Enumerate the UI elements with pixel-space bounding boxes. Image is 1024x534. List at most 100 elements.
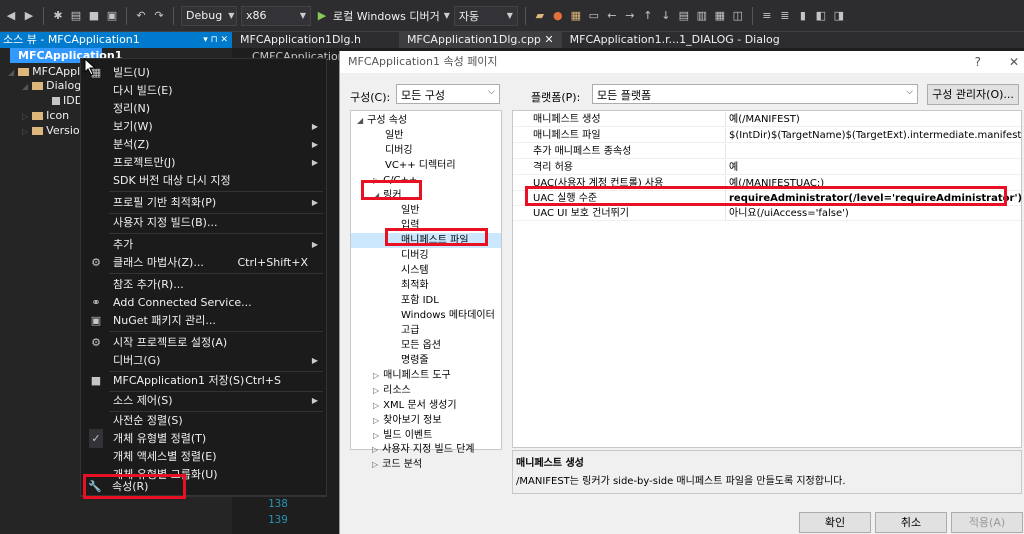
bookmark-next-icon[interactable]: ◨: [832, 9, 846, 23]
tree-resources[interactable]: ▷ 리소스: [373, 383, 411, 398]
expand-icon[interactable]: ▷: [373, 371, 379, 380]
format-icon[interactable]: ≡: [760, 9, 774, 23]
grid-icon[interactable]: ▦: [713, 9, 727, 23]
tree-build-events[interactable]: ▷ 빌드 이벤트: [373, 428, 432, 443]
tree-code-analysis[interactable]: ▷ 코드 분석: [372, 457, 422, 472]
tree-browse-info[interactable]: ▷ 찾아보기 정보: [373, 413, 442, 428]
back-icon[interactable]: ◀: [4, 9, 18, 23]
tab-dlg-cpp[interactable]: MFCApplication1Dlg.cpp ✕: [398, 32, 562, 48]
forward-icon[interactable]: ▶: [22, 9, 36, 23]
close-button[interactable]: ✕: [1009, 55, 1019, 69]
save-all-icon[interactable]: ▣: [105, 9, 119, 23]
expand-icon[interactable]: ▷: [373, 431, 379, 440]
tree-linker-advanced[interactable]: 고급: [401, 323, 419, 338]
menu-item-pgo[interactable]: 프로필 기반 최적화(P) ▶: [81, 193, 326, 212]
menu-item-connected-service[interactable]: ⚭ Add Connected Service...: [81, 293, 326, 312]
ok-button[interactable]: 확인: [799, 512, 871, 533]
menu-item-sort-type[interactable]: ✓ 개체 유형별 정렬(T): [81, 429, 326, 448]
tree-linker-optimization[interactable]: 최적화: [401, 278, 429, 293]
new-project-icon[interactable]: ✱: [51, 9, 65, 23]
platform-dropdown[interactable]: x86 ▼: [241, 5, 311, 26]
platform-dropdown[interactable]: 모든 플랫폼 ⌵: [592, 84, 918, 104]
open-folder-icon[interactable]: ▤: [69, 9, 83, 23]
collapse-icon[interactable]: ◢: [22, 82, 28, 91]
tree-general[interactable]: 일반: [385, 128, 403, 143]
tab-dialog-resource[interactable]: MFCApplication1.r...1_DIALOG - Dialog: [562, 32, 788, 48]
expand-icon[interactable]: ▷: [22, 127, 28, 136]
collapse-icon[interactable]: ◢: [357, 116, 363, 125]
run-mode-dropdown[interactable]: 자동 ▼: [453, 5, 518, 26]
size-icon[interactable]: ▥: [695, 9, 709, 23]
expand-icon[interactable]: ▷: [372, 445, 378, 454]
pin-icon[interactable]: ▾ ⊓ ✕: [203, 32, 228, 48]
arrow-left-icon[interactable]: ←: [605, 9, 619, 23]
menu-item-clean[interactable]: 정리(N): [81, 99, 326, 118]
property-row[interactable]: 매니페스트 파일 $(IntDir)$(TargetName)$(TargetEx…: [513, 128, 1021, 143]
menu-item-add-reference[interactable]: 참조 추가(R)...: [81, 275, 326, 294]
test-icon[interactable]: ◫: [731, 9, 745, 23]
menu-item-class-wizard[interactable]: ⚙ 클래스 마법사(Z)... Ctrl+Shift+X: [81, 253, 326, 272]
menu-item-rebuild[interactable]: 다시 빌드(E): [81, 81, 326, 100]
tree-xml-doc-generator[interactable]: ▷ XML 문서 생성기: [373, 398, 457, 413]
property-value[interactable]: 예: [729, 160, 738, 175]
tree-linker-system[interactable]: 시스템: [401, 263, 429, 278]
tree-item-version[interactable]: ▷ Version: [22, 123, 87, 138]
palette-icon[interactable]: ●: [551, 9, 565, 23]
tree-linker-all-options[interactable]: 모든 옵션: [401, 338, 441, 353]
tree-manifest-tool[interactable]: ▷ 매니페스트 도구: [373, 368, 451, 383]
menu-item-add[interactable]: 추가 ▶: [81, 235, 326, 254]
menu-item-set-startup[interactable]: ⚙ 시작 프로젝트로 설정(A): [81, 333, 326, 352]
property-value[interactable]: 예(/MANIFEST): [729, 112, 800, 127]
menu-item-view[interactable]: 보기(W) ▶: [81, 117, 326, 136]
run-target-label[interactable]: 로컬 Windows 디버거: [333, 8, 440, 24]
tree-item-idd[interactable]: IDD: [52, 93, 83, 108]
align-icon[interactable]: ▤: [677, 9, 691, 23]
menu-item-debug[interactable]: 디버그(G) ▶: [81, 351, 326, 370]
arrow-right-icon[interactable]: →: [623, 9, 637, 23]
expand-icon[interactable]: ▷: [373, 401, 379, 410]
redo-icon[interactable]: ↷: [152, 9, 166, 23]
property-value[interactable]: 아니요(/uiAccess='false'): [729, 206, 849, 221]
menu-item-custom-build[interactable]: 사용자 지정 빌드(B)...: [81, 213, 326, 232]
menu-item-project-only[interactable]: 프로젝트만(J) ▶: [81, 153, 326, 172]
configuration-dropdown[interactable]: Debug ▼: [181, 5, 237, 26]
property-row[interactable]: 매니페스트 생성 예(/MANIFEST): [513, 112, 1021, 127]
collapse-icon[interactable]: ◢: [8, 68, 14, 77]
save-icon[interactable]: ■: [87, 9, 101, 23]
arrow-up-icon[interactable]: ↑: [641, 9, 655, 23]
close-icon[interactable]: ✕: [544, 33, 553, 46]
tree-linker-general[interactable]: 일반: [401, 203, 419, 218]
folder-icon[interactable]: ▰: [533, 9, 547, 23]
help-button[interactable]: ?: [975, 55, 981, 69]
config-manager-button[interactable]: 구성 관리자(O)...: [927, 84, 1019, 105]
tree-linker-windows-metadata[interactable]: Windows 메타데이터: [401, 308, 495, 323]
cancel-button[interactable]: 취소: [875, 512, 947, 533]
tree-config-properties[interactable]: ◢ 구성 속성: [357, 113, 407, 128]
bookmark-icon[interactable]: ▮: [796, 9, 810, 23]
menu-item-save[interactable]: ■ MFCApplication1 저장(S) Ctrl+S: [81, 371, 326, 390]
config-dropdown[interactable]: 모든 구성 ⌵: [396, 84, 500, 104]
tab-dlg-h[interactable]: MFCApplication1Dlg.h: [232, 32, 369, 48]
property-row[interactable]: UAC UI 보호 건너뛰기 아니요(/uiAccess='false'): [513, 206, 1021, 221]
format-icon[interactable]: ≣: [778, 9, 792, 23]
start-debug-icon[interactable]: ▶: [315, 9, 329, 23]
tree-vc-directories[interactable]: VC++ 디렉터리: [385, 158, 456, 173]
property-value[interactable]: $(IntDir)$(TargetName)$(TargetExt).inter…: [729, 128, 1021, 143]
tree-custom-build-step[interactable]: ▷ 사용자 지정 빌드 단계: [372, 442, 475, 457]
expand-icon[interactable]: ▷: [372, 460, 378, 469]
tree-linker-debugging[interactable]: 디버깅: [401, 248, 429, 263]
tree-item-dialog[interactable]: ◢ Dialog: [22, 78, 81, 93]
bookmark-prev-icon[interactable]: ◧: [814, 9, 828, 23]
expand-icon[interactable]: ▷: [22, 112, 28, 121]
undo-icon[interactable]: ↶: [134, 9, 148, 23]
menu-item-analyze[interactable]: 분석(Z) ▶: [81, 135, 326, 154]
property-row[interactable]: 추가 매니페스트 종속성: [513, 144, 1021, 159]
layout-icon[interactable]: ▦: [569, 9, 583, 23]
tree-linker-command-line[interactable]: 명령줄: [401, 353, 429, 368]
expand-icon[interactable]: ▷: [373, 416, 379, 425]
arrow-down-icon[interactable]: ↓: [659, 9, 673, 23]
menu-item-sort-access[interactable]: 개체 액세스별 정렬(E): [81, 447, 326, 466]
menu-item-source-control[interactable]: 소스 제어(S) ▶: [81, 391, 326, 410]
align-icon[interactable]: ▭: [587, 9, 601, 23]
menu-item-build[interactable]: ▦ 빌드(U): [81, 63, 326, 82]
